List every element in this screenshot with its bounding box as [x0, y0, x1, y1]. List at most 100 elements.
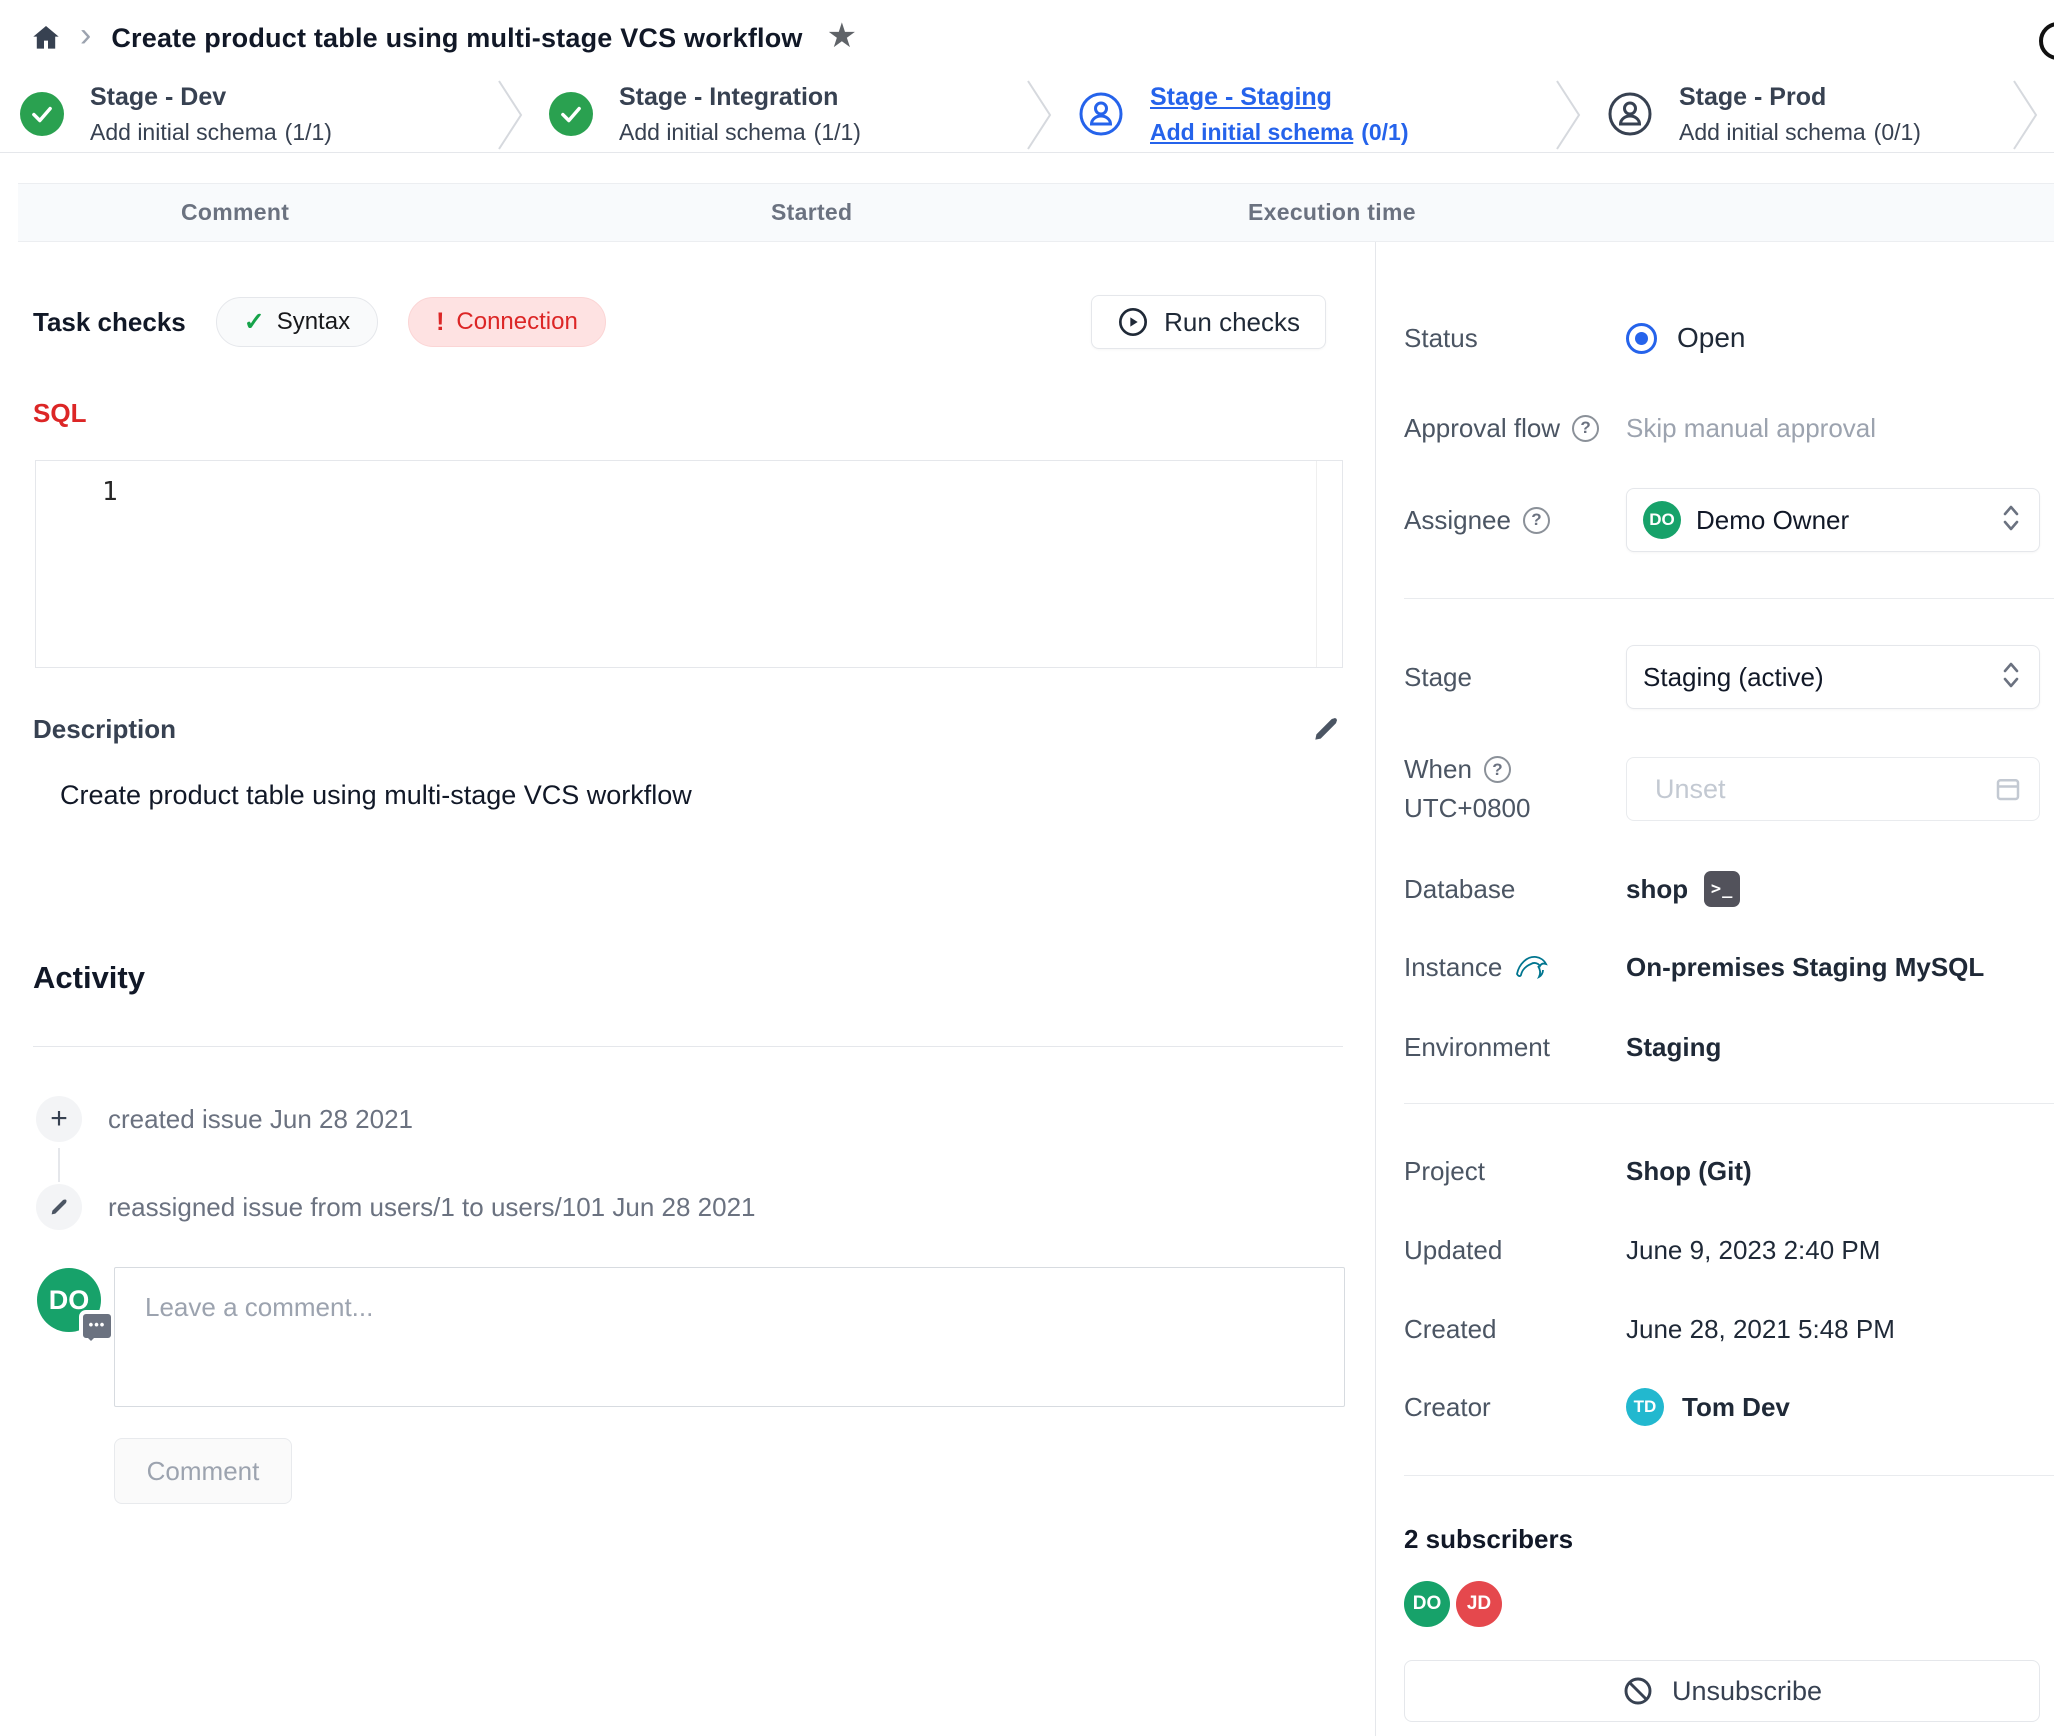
unsubscribe-button[interactable]: Unsubscribe [1404, 1660, 2040, 1722]
badge-label: Syntax [277, 308, 350, 336]
column-header-started: Started [771, 184, 852, 241]
environment-value: Staging [1626, 1032, 1721, 1063]
assignee-value: Demo Owner [1696, 505, 1849, 536]
avatar: TD [1626, 1388, 1664, 1426]
description-label: Description [33, 714, 176, 745]
stage-separator-icon [2012, 79, 2040, 151]
when-placeholder: Unset [1655, 774, 1726, 805]
stage-integration[interactable]: Stage - Integration Add initial schema (1… [549, 76, 861, 152]
stage-select[interactable]: Staging (active) [1626, 645, 2040, 709]
run-checks-button[interactable]: Run checks [1091, 295, 1326, 349]
prohibition-icon [1622, 1675, 1654, 1707]
breadcrumb-chevron-icon: › [80, 16, 91, 55]
stage-staging[interactable]: Stage - Staging Add initial schema(0/1) [1078, 76, 1409, 152]
run-checks-label: Run checks [1164, 307, 1300, 338]
editor-line-number: 1 [102, 477, 118, 507]
creator-value: Tom Dev [1682, 1392, 1790, 1423]
creator-row: Creator TD Tom Dev [1404, 1385, 2040, 1429]
stage-title: Stage - Dev [90, 82, 332, 112]
stage-task-link[interactable]: Add initial schema [1679, 119, 1866, 145]
assignee-select[interactable]: DO Demo Owner [1626, 488, 2040, 552]
column-header-comment: Comment [181, 184, 289, 241]
avatar: DO ••• [37, 1268, 101, 1332]
stage-value: Staging (active) [1643, 662, 1824, 693]
when-date-input[interactable]: Unset [1626, 757, 2040, 821]
status-open-radio[interactable] [1626, 323, 1657, 354]
stage-task-count: (1/1) [285, 119, 332, 145]
environment-label: Environment [1404, 1032, 1626, 1063]
stage-title-link[interactable]: Stage - Staging [1150, 82, 1409, 112]
task-checks-row: Task checks ✓ Syntax ! Connection Run ch… [33, 294, 1343, 350]
editor-minimap-divider [1316, 461, 1317, 667]
stage-title: Stage - Integration [619, 82, 861, 112]
breadcrumb: › Create product table using multi-stage… [0, 0, 2054, 76]
project-label: Project [1404, 1156, 1626, 1187]
person-circle-icon [1078, 91, 1124, 137]
chevron-updown-icon [2001, 503, 2021, 538]
stage-row: Stage Staging (active) [1404, 645, 2040, 709]
stage-label: Stage [1404, 662, 1626, 693]
approval-flow-value: Skip manual approval [1626, 413, 1876, 444]
instance-label: Instance [1404, 952, 1502, 983]
exclaim-icon: ! [436, 308, 444, 337]
divider [1404, 598, 2054, 599]
stage-task-link[interactable]: Add initial schema [1150, 119, 1353, 145]
status-row: Status Open [1404, 316, 2040, 360]
stage-task-link[interactable]: Add initial schema [90, 119, 277, 145]
stage-separator-icon [497, 79, 525, 151]
person-circle-icon [1607, 91, 1653, 137]
help-icon[interactable]: ? [1523, 507, 1550, 534]
database-value[interactable]: shop [1626, 874, 1688, 905]
play-circle-icon [1117, 306, 1149, 338]
stage-dev[interactable]: Stage - Dev Add initial schema (1/1) [20, 76, 332, 152]
created-row: Created June 28, 2021 5:48 PM [1404, 1307, 2040, 1351]
created-label: Created [1404, 1314, 1626, 1345]
help-icon[interactable]: ? [1484, 756, 1511, 783]
updated-row: Updated June 9, 2023 2:40 PM [1404, 1228, 2040, 1272]
sql-editor[interactable]: 1 [35, 460, 1343, 668]
check-circle-icon [20, 92, 64, 136]
instance-row: Instance On-premises Staging MySQL [1404, 945, 2040, 989]
activity-item-reassigned: reassigned issue from users/1 to users/1… [36, 1184, 756, 1230]
project-value[interactable]: Shop (Git) [1626, 1156, 1752, 1187]
description-text: Create product table using multi-stage V… [60, 780, 692, 811]
activity-heading: Activity [33, 960, 145, 996]
instance-value[interactable]: On-premises Staging MySQL [1626, 952, 1984, 983]
divider [1404, 1475, 2054, 1476]
when-row: When ? UTC+0800 Unset [1404, 757, 2040, 821]
comment-input[interactable] [114, 1267, 1345, 1407]
when-timezone: UTC+0800 [1404, 793, 1530, 824]
pencil-icon [36, 1184, 82, 1230]
environment-row: Environment Staging [1404, 1025, 2040, 1069]
activity-item-created: + created issue Jun 28 2021 [36, 1096, 413, 1142]
approval-flow-row: Approval flow ? Skip manual approval [1404, 406, 2040, 450]
updated-label: Updated [1404, 1235, 1626, 1266]
database-label: Database [1404, 874, 1626, 905]
help-icon[interactable]: ? [1572, 415, 1599, 442]
task-checks-label: Task checks [33, 307, 186, 338]
connection-check-badge[interactable]: ! Connection [408, 297, 606, 347]
comment-button[interactable]: Comment [114, 1438, 292, 1504]
updated-value: June 9, 2023 2:40 PM [1626, 1235, 1880, 1266]
star-icon[interactable]: ★ [827, 16, 857, 56]
page-title[interactable]: Create product table using multi-stage V… [111, 23, 802, 54]
chat-bubble-icon: ••• [79, 1310, 115, 1342]
plus-icon: + [36, 1096, 82, 1142]
issue-sidebar: Status Open Approval flow ? Skip manual … [1375, 242, 2054, 1736]
check-icon: ✓ [244, 307, 265, 337]
status-label: Status [1404, 323, 1626, 354]
stage-separator-icon [1026, 79, 1054, 151]
home-icon[interactable] [30, 22, 62, 54]
stage-task-count: (1/1) [814, 119, 861, 145]
stage-task-count: (0/1) [1874, 119, 1921, 145]
sql-section-label: SQL [33, 398, 86, 429]
sql-terminal-icon[interactable]: >_ [1704, 871, 1740, 907]
assignee-label: Assignee [1404, 505, 1511, 536]
avatar: DO [1404, 1581, 1450, 1627]
syntax-check-badge[interactable]: ✓ Syntax [216, 297, 378, 347]
stage-separator-icon [1555, 79, 1583, 151]
database-row: Database shop >_ [1404, 867, 2040, 911]
edit-description-button[interactable] [1308, 712, 1344, 748]
stage-prod[interactable]: Stage - Prod Add initial schema(0/1) [1607, 76, 1921, 152]
stage-task-link[interactable]: Add initial schema [619, 119, 806, 145]
